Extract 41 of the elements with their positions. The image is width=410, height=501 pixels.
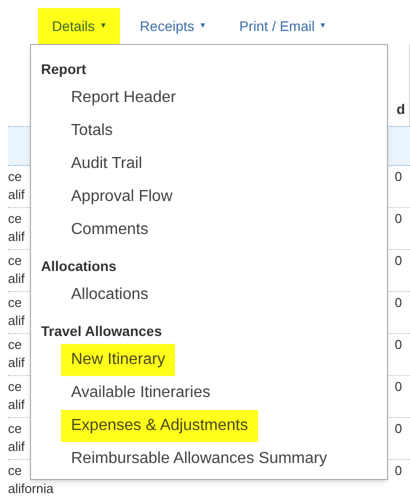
table-cell-text: 0	[394, 252, 403, 270]
menu-item[interactable]: Allocations	[61, 278, 158, 310]
nav-tab[interactable]: Receipts ▾	[126, 8, 220, 44]
menu-item[interactable]: Reimbursable Allowances Summary	[61, 442, 338, 474]
menu-section-heading: Travel Allowances	[41, 322, 163, 341]
menu-item[interactable]: Expenses & Adjustments	[61, 410, 258, 442]
column-header: d	[396, 100, 405, 119]
menu-item[interactable]: Report Header	[61, 82, 186, 114]
table-cell: alif	[8, 312, 25, 330]
table-cell-text: 0	[394, 336, 403, 354]
table-cell-text: ce	[8, 294, 23, 312]
table-cell: alif	[8, 354, 25, 372]
menu-item[interactable]: Comments	[61, 214, 158, 246]
menu-item[interactable]: New Itinerary	[61, 344, 176, 376]
menu-item[interactable]: Available Itineraries	[61, 376, 220, 408]
menu-item[interactable]: Approval Flow	[61, 180, 182, 212]
table-cell: alif	[8, 270, 25, 288]
table-cell-text: ce	[8, 420, 23, 438]
table-cell-text: ce	[8, 462, 23, 480]
table-cell-text: 0	[394, 168, 403, 186]
table-cell-text: 0	[394, 294, 403, 312]
table-cell-text: ce	[8, 252, 23, 270]
nav-tab[interactable]: Print / Email ▾	[225, 8, 340, 44]
table-cell: alif	[8, 228, 25, 246]
table-cell-text: 0	[394, 210, 403, 228]
menu-section-heading: Report	[41, 60, 88, 79]
table-cell: alif	[8, 438, 25, 456]
menu-section-heading: Allocations	[41, 257, 118, 276]
table-cell: alif	[8, 186, 25, 204]
nav-tab[interactable]: Details ▾	[38, 8, 120, 44]
table-cell-text: ce	[8, 168, 23, 186]
table-cell: alifornia	[8, 480, 54, 498]
table-cell-text: ce	[8, 210, 23, 228]
table-cell-text: 0	[394, 420, 403, 438]
table-cell: alif	[8, 396, 25, 414]
table-cell-text: ce	[8, 378, 23, 396]
table-cell-text: 0	[394, 462, 403, 480]
menu-item[interactable]: Totals	[61, 114, 123, 146]
table-cell-text: ce	[8, 336, 23, 354]
table-cell-text: 0	[394, 378, 403, 396]
menu-item[interactable]: Audit Trail	[61, 148, 152, 180]
